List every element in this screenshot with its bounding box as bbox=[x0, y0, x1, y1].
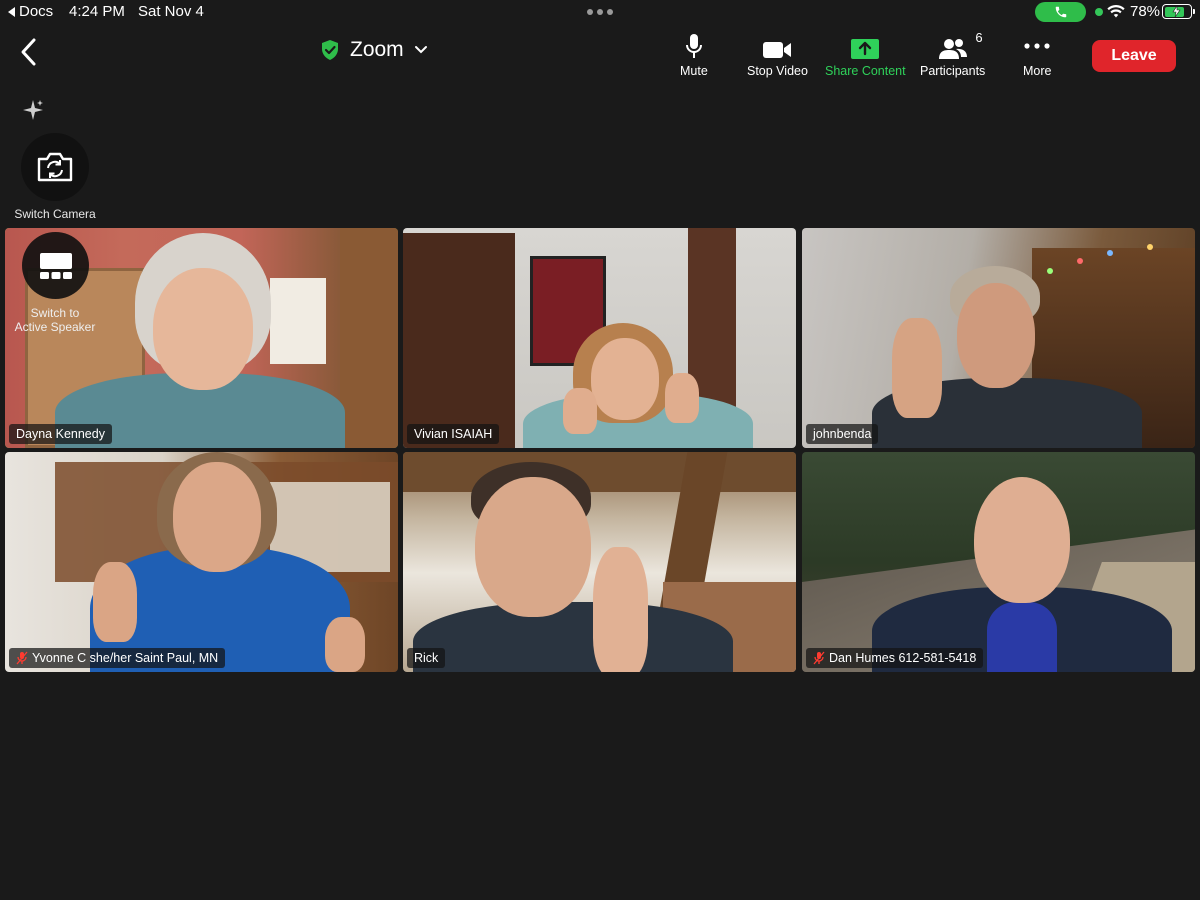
participant-name-tag: Dayna Kennedy bbox=[9, 424, 112, 444]
stop-video-button[interactable]: Stop Video bbox=[747, 32, 808, 78]
participants-button[interactable]: 6 Participants bbox=[920, 30, 986, 78]
more-button[interactable]: More bbox=[1023, 32, 1051, 78]
participant-name-tag: Rick bbox=[407, 648, 446, 668]
participant-name: Dayna Kennedy bbox=[16, 427, 105, 441]
status-time: 4:24 PM bbox=[69, 3, 125, 20]
share-content-button[interactable]: Share Content bbox=[825, 32, 906, 78]
switch-to-active-speaker-label: Switch to Active Speaker bbox=[2, 306, 108, 334]
status-bar: Docs 4:24 PM Sat Nov 4 78% bbox=[0, 0, 1200, 24]
video-tile-rick[interactable]: Rick bbox=[403, 452, 796, 672]
status-date: Sat Nov 4 bbox=[138, 3, 204, 20]
sparkle-icon[interactable] bbox=[20, 97, 46, 123]
participant-name-tag: Dan Humes 612-581-5418 bbox=[806, 648, 984, 668]
participant-name: Rick bbox=[414, 651, 439, 665]
video-tile-yvonne[interactable]: Yvonne C she/her Saint Paul, MN bbox=[5, 452, 398, 672]
camera-rotate-icon bbox=[37, 152, 73, 182]
participant-name: Dan Humes 612-581-5418 bbox=[829, 651, 977, 665]
back-triangle-icon bbox=[8, 6, 15, 17]
switch-speaker-line2: Active Speaker bbox=[14, 320, 96, 334]
microphone-icon bbox=[685, 34, 702, 58]
mic-muted-icon bbox=[813, 651, 825, 665]
back-to-app-link[interactable]: Docs bbox=[8, 3, 53, 20]
back-app-label: Docs bbox=[19, 3, 54, 20]
switch-to-active-speaker-button[interactable] bbox=[22, 232, 89, 299]
phone-icon bbox=[1055, 6, 1066, 18]
participant-count: 6 bbox=[975, 30, 983, 45]
mute-button[interactable]: Mute bbox=[680, 32, 708, 78]
more-label: More bbox=[1023, 64, 1052, 78]
stop-video-label: Stop Video bbox=[747, 64, 808, 78]
participant-name-tag: johnbenda bbox=[806, 424, 879, 444]
meeting-title[interactable]: Zoom bbox=[320, 38, 428, 62]
leave-button[interactable]: Leave bbox=[1092, 40, 1176, 72]
active-speaker-layout-icon bbox=[39, 252, 72, 279]
participant-name-tag: Yvonne C she/her Saint Paul, MN bbox=[9, 648, 226, 668]
participants-icon bbox=[938, 39, 967, 59]
switch-camera-label: Switch Camera bbox=[14, 207, 96, 221]
share-screen-icon bbox=[851, 39, 880, 59]
participant-name-tag: Vivian ISAIAH bbox=[407, 424, 500, 444]
video-tile-johnbenda[interactable]: johnbenda bbox=[802, 228, 1195, 448]
participant-name: Vivian ISAIAH bbox=[414, 427, 493, 441]
active-call-pill[interactable] bbox=[1035, 2, 1086, 22]
camera-in-use-indicator bbox=[1095, 8, 1103, 16]
video-tile-dan[interactable]: Dan Humes 612-581-5418 bbox=[802, 452, 1195, 672]
wifi-icon bbox=[1107, 4, 1125, 18]
chevron-down-icon bbox=[414, 46, 427, 54]
battery-icon bbox=[1162, 4, 1195, 19]
meeting-title-text: Zoom bbox=[350, 38, 404, 61]
video-camera-icon bbox=[763, 42, 792, 58]
participants-label: Participants bbox=[920, 64, 986, 78]
mute-label: Mute bbox=[680, 64, 708, 78]
video-tile-vivian[interactable]: Vivian ISAIAH bbox=[403, 228, 796, 448]
mic-muted-icon bbox=[16, 651, 28, 665]
multitasking-dots-icon[interactable] bbox=[587, 9, 613, 15]
back-chevron-icon[interactable] bbox=[16, 36, 42, 68]
shield-check-icon bbox=[322, 40, 338, 60]
share-content-label: Share Content bbox=[825, 64, 906, 78]
participant-name: Yvonne C she/her Saint Paul, MN bbox=[32, 651, 219, 665]
battery-percent: 78% bbox=[1130, 3, 1161, 20]
participant-name: johnbenda bbox=[813, 427, 872, 441]
switch-camera-button[interactable] bbox=[21, 133, 89, 201]
switch-speaker-line1: Switch to bbox=[30, 306, 80, 320]
more-dots-icon bbox=[1024, 43, 1050, 49]
